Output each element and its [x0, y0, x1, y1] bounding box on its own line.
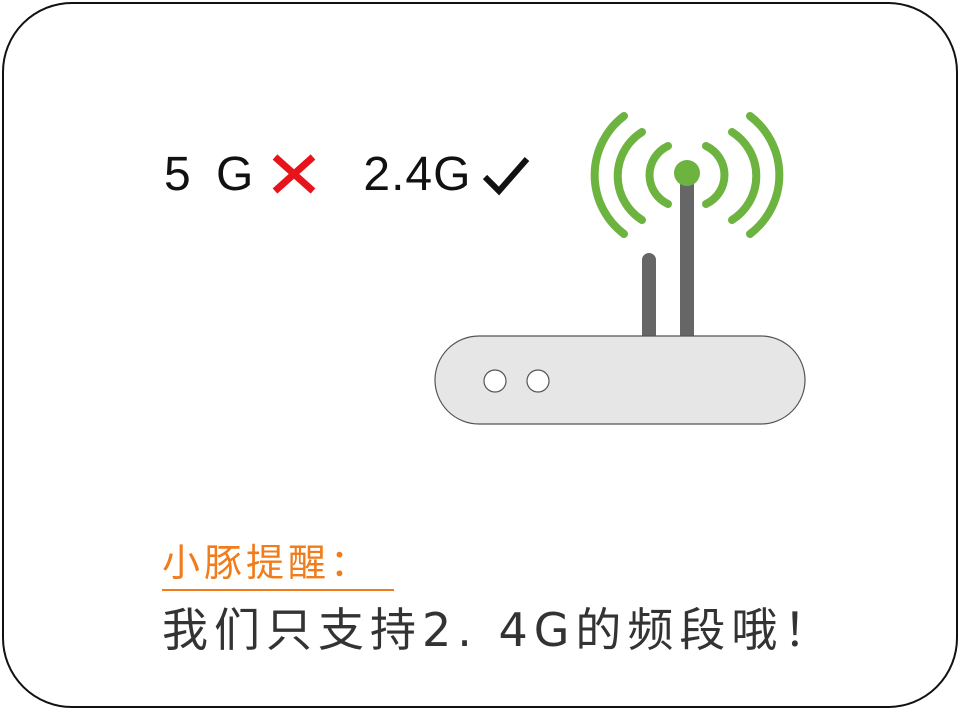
- tip-title: 小豚提醒：: [162, 532, 394, 591]
- notice-card: 5 G 2.4G 小豚提醒： 我们只支持2. 4G的频段哦！: [2, 2, 958, 708]
- router-led-2: [526, 369, 550, 393]
- router-led-1: [483, 369, 507, 393]
- signal-arc-left-inner: [645, 142, 672, 208]
- signal-arc-right-middle: [728, 128, 761, 224]
- signal-arc-left-middle: [613, 128, 646, 224]
- wifi-router-icon: [434, 112, 806, 425]
- tip-message: 我们只支持2. 4G的频段哦！: [162, 603, 836, 657]
- band-5g-label: 5 G: [164, 147, 260, 201]
- signal-arc-right-inner: [702, 142, 729, 208]
- cross-icon: [273, 154, 316, 194]
- antenna-tip: [674, 160, 700, 186]
